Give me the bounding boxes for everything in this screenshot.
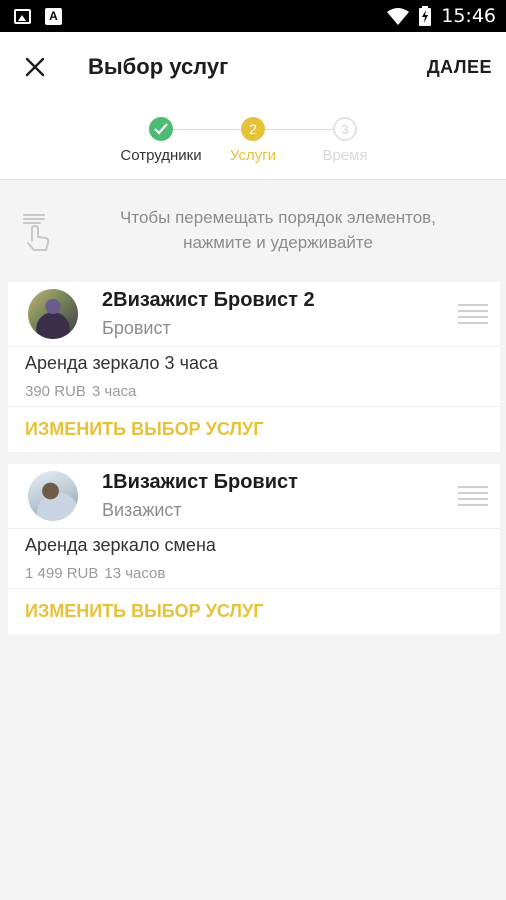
hint-line: Чтобы перемещать порядок элементов,	[120, 208, 436, 228]
stepper: Сотрудники 2 Услуги 3 Время	[0, 102, 506, 180]
status-bar: A 15:46	[0, 0, 506, 32]
employee-role: Бровист	[102, 318, 171, 338]
avatar	[28, 471, 78, 521]
service-duration: 3 часа	[91, 383, 137, 400]
check-icon	[149, 117, 173, 141]
reorder-hint: Чтобы перемещать порядок элементов, нажм…	[0, 180, 506, 282]
card-header: 1Визажист Бровист Визажист	[8, 464, 500, 529]
employee-card[interactable]: 1Визажист Бровист Визажист Аренда зеркал…	[8, 464, 500, 634]
employee-name: 2Визажист Бровист 2	[102, 289, 315, 311]
change-services-button[interactable]: ИЗМЕНИТЬ ВЫБОР УСЛУГ	[8, 589, 500, 634]
hint-line: нажмите и удерживайте	[183, 233, 373, 252]
avatar	[28, 289, 78, 339]
step-number: 2	[241, 117, 265, 141]
service-name: Аренда зеркало смена	[25, 535, 216, 555]
service-row: Аренда зеркало смена 1 499 RUB 13 часов	[8, 529, 500, 589]
image-icon	[14, 8, 31, 24]
service-name: Аренда зеркало 3 часа	[25, 353, 218, 373]
drag-handle-icon[interactable]	[458, 304, 488, 324]
service-duration: 13 часов	[104, 565, 166, 582]
employee-card[interactable]: 2Визажист Бровист 2 Бровист Аренда зерка…	[8, 282, 500, 452]
battery-charging-icon	[419, 6, 432, 26]
drag-handle-icon[interactable]	[458, 486, 488, 506]
employee-name: 1Визажист Бровист	[102, 471, 298, 493]
service-row: Аренда зеркало 3 часа 390 RUB 3 часа	[8, 347, 500, 407]
status-time: 15:46	[441, 5, 496, 27]
step-number: 3	[333, 117, 357, 141]
hint-text: Чтобы перемещать порядок элементов, нажм…	[70, 206, 486, 255]
step-time[interactable]: 3 Время	[290, 117, 400, 164]
wifi-icon	[387, 7, 410, 25]
employee-role: Визажист	[102, 500, 182, 520]
close-button[interactable]	[22, 54, 48, 80]
app-bar: Выбор услуг ДАЛЕЕ	[0, 32, 506, 102]
step-label: Время	[322, 147, 368, 164]
close-icon	[25, 57, 45, 77]
card-header: 2Визажист Бровист 2 Бровист	[8, 282, 500, 347]
a-icon: A	[45, 7, 62, 25]
touch-hold-icon	[23, 214, 50, 251]
service-price: 390 RUB	[25, 383, 86, 400]
page-title: Выбор услуг	[88, 54, 229, 79]
service-price: 1 499 RUB	[25, 565, 99, 582]
next-button[interactable]: ДАЛЕЕ	[427, 57, 492, 78]
change-services-button[interactable]: ИЗМЕНИТЬ ВЫБОР УСЛУГ	[8, 407, 500, 452]
